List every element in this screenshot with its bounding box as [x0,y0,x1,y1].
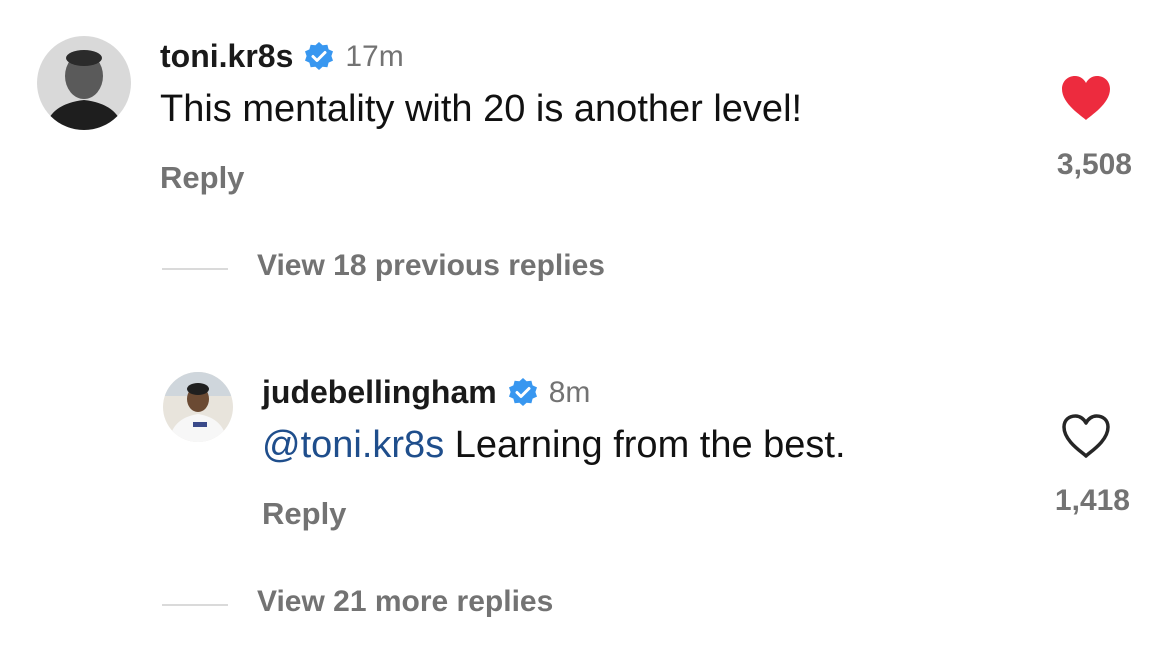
divider-line [162,268,228,270]
reply-button[interactable]: Reply [262,496,346,532]
avatar-photo [37,36,131,130]
reply-comment-header: judebellingham 8m [262,374,590,411]
comment-time: 17m [345,39,404,73]
comment-time: 8m [548,375,591,409]
reply-comment-text: @toni.kr8s Learning from the best. [262,424,846,467]
avatar-photo [163,372,233,442]
view-previous-replies[interactable]: View 18 previous replies [257,249,605,283]
reply-text: Learning from the best. [444,424,846,466]
avatar-toni[interactable] [37,36,131,130]
heart-outline-icon[interactable] [1060,412,1112,460]
username[interactable]: judebellingham [262,374,497,411]
like-count: 1,418 [1054,484,1130,517]
mention-link[interactable]: @toni.kr8s [262,424,444,466]
comment-text: This mentality with 20 is another level! [160,88,803,130]
view-more-replies[interactable]: View 21 more replies [257,585,553,619]
heart-filled-icon[interactable] [1060,74,1112,122]
comment-header: toni.kr8s 17m [160,38,404,75]
reply-button[interactable]: Reply [160,160,244,196]
avatar-jude[interactable] [163,372,233,442]
divider-line [162,604,228,606]
verified-badge-icon [303,41,335,73]
like-count: 3,508 [1056,148,1132,181]
verified-badge-icon [507,377,539,409]
username[interactable]: toni.kr8s [160,38,293,75]
